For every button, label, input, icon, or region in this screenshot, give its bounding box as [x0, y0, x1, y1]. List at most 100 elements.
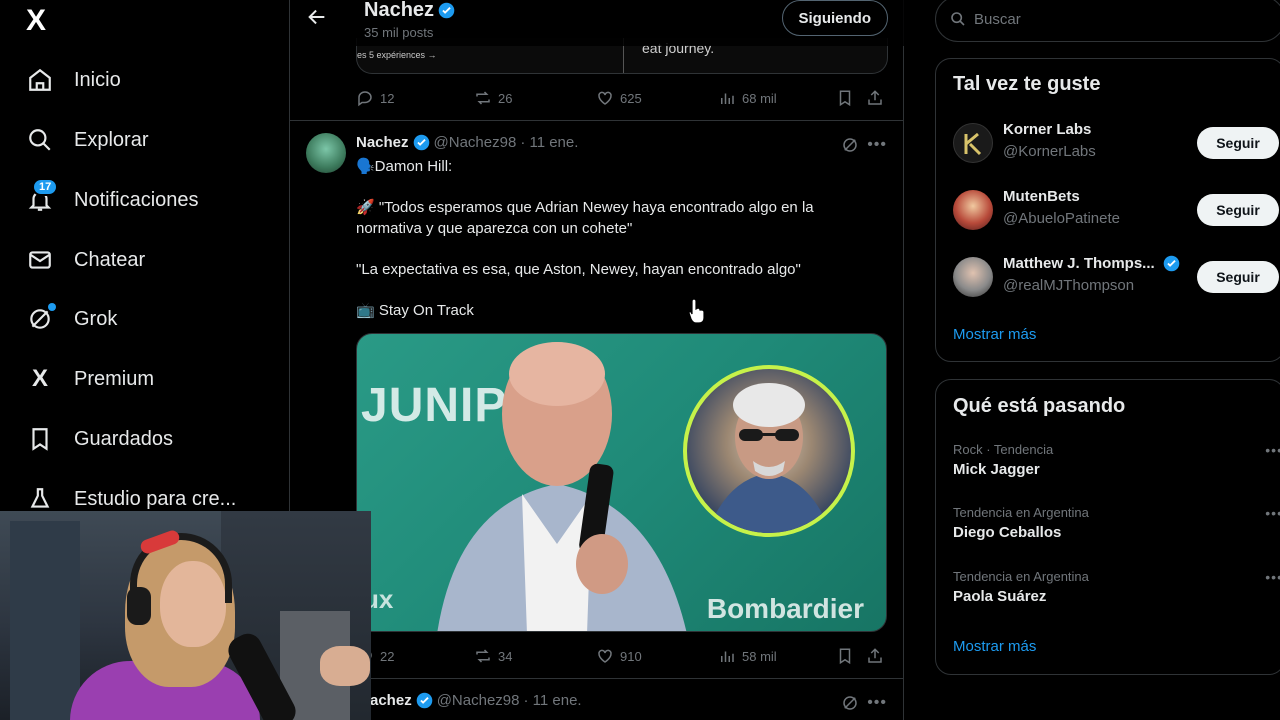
post-actions: 12 26 625 68 mil: [356, 86, 888, 110]
reply-count: 22: [380, 648, 395, 664]
suggestion-item[interactable]: Korner Labs @KornerLabs Seguir: [953, 121, 1280, 165]
trend-title: Diego Ceballos: [953, 524, 1062, 541]
author-name[interactable]: Nachez: [356, 134, 409, 151]
more-options-icon[interactable]: •••: [1265, 442, 1280, 458]
suggestion-name: Korner Labs: [1003, 121, 1091, 138]
webcam-overlay: [0, 511, 371, 720]
suggestion-name: Matthew J. Thomps...: [1003, 255, 1180, 272]
korner-logo-icon: [964, 132, 982, 156]
portrait-figure: [707, 383, 831, 533]
bookmark-button[interactable]: [836, 647, 854, 665]
trend-item[interactable]: Tendencia en Argentina Diego Ceballos ••…: [953, 505, 1280, 541]
post-image[interactable]: JUNIPE ux Bombardier: [356, 333, 887, 632]
panel-title: Tal vez te guste: [953, 73, 1101, 95]
suggestion-handle: @AbueloPatinete: [1003, 210, 1120, 227]
trend-title: Paola Suárez: [953, 588, 1047, 605]
nav-item-grok[interactable]: Grok: [26, 299, 117, 339]
trend-item[interactable]: Rock · Tendencia Mick Jagger •••: [953, 442, 1280, 478]
search-input[interactable]: Buscar: [935, 0, 1280, 42]
suggestion-handle: @realMJThompson: [1003, 277, 1135, 294]
bookmark-icon: [839, 648, 851, 665]
post-date[interactable]: · 11 ene.: [520, 134, 578, 151]
verified-badge-icon: [1163, 255, 1179, 272]
more-options-icon[interactable]: •••: [867, 694, 887, 712]
trend-context: Tendencia en Argentina: [953, 505, 1089, 520]
more-options-icon[interactable]: •••: [1265, 505, 1280, 521]
author-handle[interactable]: @Nachez98: [434, 134, 517, 151]
post-line: 🗣️Damon Hill:: [356, 158, 453, 175]
profile-name: Nachez: [364, 0, 455, 22]
bell-icon: 17: [26, 178, 59, 214]
streamer-hand: [320, 646, 370, 686]
person-photo: [437, 342, 687, 631]
profile-name-text: Nachez: [364, 0, 435, 21]
nav-label: Guardados: [74, 427, 173, 450]
post-date[interactable]: · 11 ene.: [523, 692, 581, 709]
suggestion-name-text: Matthew J. Thomps...: [1003, 255, 1155, 272]
hand-cursor-icon: [688, 298, 705, 324]
reply-button[interactable]: 12: [356, 89, 394, 107]
heart-icon: [598, 649, 612, 663]
nav-item-bookmarks[interactable]: Guardados: [26, 419, 173, 459]
share-button[interactable]: [866, 89, 884, 107]
grok-icon[interactable]: [841, 694, 859, 717]
flask-icon: [26, 485, 54, 513]
right-sidebar: Buscar Tal vez te guste Korner Labs @Kor…: [935, 0, 1280, 720]
nav-item-home[interactable]: Inicio: [26, 60, 121, 100]
views-chart-icon: [721, 93, 734, 104]
follow-button[interactable]: Seguir: [1197, 127, 1279, 159]
repost-button[interactable]: 26: [474, 89, 512, 107]
notification-badge: 17: [32, 178, 59, 196]
who-to-follow-panel: Tal vez te guste Korner Labs @KornerLabs…: [935, 58, 1280, 362]
post-text: 🗣️Damon Hill: 🚀 "Todos esperamos que Adr…: [356, 156, 876, 321]
search-icon: [951, 12, 965, 26]
view-count: 68 mil: [742, 90, 777, 106]
view-count: 58 mil: [742, 648, 777, 664]
trend-item[interactable]: Tendencia en Argentina Paola Suárez •••: [953, 569, 1280, 605]
search-icon: [26, 126, 54, 154]
follow-button[interactable]: Seguir: [1197, 194, 1279, 226]
nav-item-chat[interactable]: Chatear: [26, 240, 145, 280]
mail-icon: [26, 246, 54, 274]
avatar: [953, 190, 993, 230]
trend-title: Mick Jagger: [953, 461, 1040, 478]
post-line: 📺 Stay On Track: [356, 302, 474, 319]
follow-button[interactable]: Seguir: [1197, 261, 1279, 293]
home-icon: [26, 66, 54, 94]
suggestion-item[interactable]: Matthew J. Thomps... @realMJThompson Seg…: [953, 255, 1280, 299]
repost-button[interactable]: 34: [474, 647, 512, 665]
post-line: 🚀 "Todos esperamos que Adrian Newey haya…: [356, 199, 814, 237]
nav-item-premium[interactable]: X Premium: [26, 359, 154, 399]
following-button[interactable]: Siguiendo: [781, 0, 888, 36]
views-button[interactable]: 58 mil: [718, 647, 777, 665]
more-options-icon[interactable]: •••: [1265, 569, 1280, 585]
nav-item-explore[interactable]: Explorar: [26, 120, 148, 160]
avatar[interactable]: [306, 133, 346, 173]
share-button[interactable]: [866, 647, 884, 665]
like-button[interactable]: 625: [596, 89, 642, 107]
panel-title: Qué está pasando: [953, 395, 1126, 417]
repost-icon: [476, 91, 490, 105]
nav-label: Inicio: [74, 68, 121, 91]
x-app: X Inicio Explorar 17 Notificaciones Chat…: [0, 0, 1280, 720]
post-count: 35 mil posts: [364, 25, 434, 40]
bookmark-button[interactable]: [836, 89, 854, 107]
show-more-link[interactable]: Mostrar más: [953, 638, 1036, 655]
like-count: 910: [620, 648, 642, 664]
post-header: Nachez @Nachez98 · 11 ene.: [356, 134, 578, 151]
headset-earcup: [127, 587, 151, 625]
search-placeholder: Buscar: [974, 10, 1021, 28]
author-name[interactable]: achez: [370, 692, 412, 709]
nav-label: Premium: [74, 367, 155, 390]
nav-item-notifications[interactable]: 17 Notificaciones: [26, 178, 199, 220]
like-button[interactable]: 910: [596, 647, 642, 665]
x-logo-icon[interactable]: X: [26, 6, 56, 36]
suggestion-item[interactable]: MutenBets @AbueloPatinete Seguir: [953, 188, 1280, 232]
back-arrow-icon[interactable]: [306, 6, 328, 28]
background-door: [10, 521, 80, 720]
author-handle[interactable]: @Nachez98: [437, 692, 520, 709]
suggestion-handle: @KornerLabs: [1003, 143, 1096, 160]
more-options-icon[interactable]: •••: [867, 136, 887, 154]
show-more-link[interactable]: Mostrar más: [953, 326, 1036, 343]
views-button[interactable]: 68 mil: [718, 89, 777, 107]
